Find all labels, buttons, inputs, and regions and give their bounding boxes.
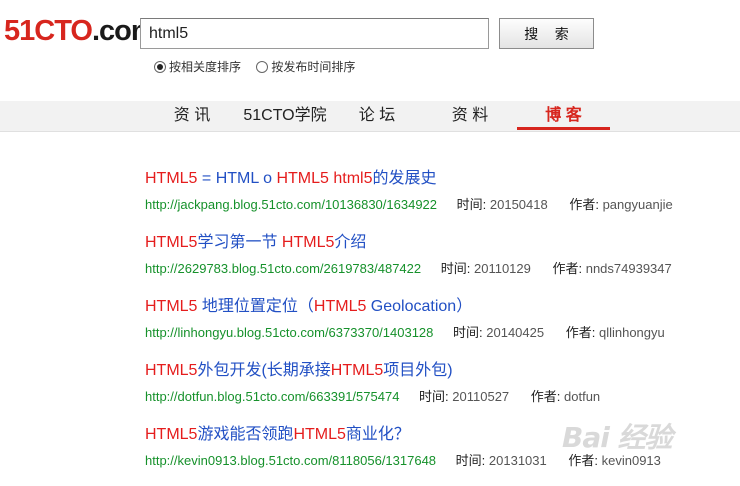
tab-resources[interactable]: 资 料 (450, 101, 490, 131)
title-highlight: html5 (333, 170, 373, 187)
result-time: 20150418 (489, 197, 548, 212)
sort-options: 按相关度排序 按发布时间排序 (154, 58, 367, 76)
title-highlight: HTML5 (145, 234, 198, 251)
result-url-link[interactable]: http://dotfun.blog.51cto.com/663391/5754… (145, 389, 399, 404)
time-label: 时间: (440, 261, 474, 276)
time-label: 时间: (453, 325, 487, 340)
title-text: = HTML o (197, 170, 277, 187)
title-text: 外包开发(长期承接 (197, 362, 331, 379)
title-highlight: HTML5 (330, 362, 384, 379)
author-label: 作者: (552, 261, 586, 276)
logo-number: 51CTO (4, 15, 93, 47)
title-highlight: HTML5 (145, 362, 198, 379)
result-time: 20131031 (488, 453, 547, 468)
result-item: HTML5学习第一节 HTML5介绍 http://2629783.blog.5… (145, 232, 672, 279)
author-label: 作者: (569, 197, 603, 212)
sort-time-radio[interactable]: 按发布时间排序 (256, 58, 355, 75)
active-tab-underline (517, 127, 610, 130)
result-meta: http://dotfun.blog.51cto.com/663391/5754… (145, 387, 600, 407)
result-title-link[interactable]: HTML5外包开发(长期承接HTML5项目外包) (145, 360, 600, 382)
result-meta: http://2629783.blog.51cto.com/2619783/48… (145, 259, 672, 279)
title-text: 介绍 (334, 234, 367, 251)
title-highlight: HTML5 (145, 170, 198, 187)
search-button[interactable]: 搜 索 (499, 18, 594, 49)
title-text: 学习第一节 (197, 234, 282, 251)
sort-time-label: 按发布时间排序 (271, 60, 356, 74)
author-label: 作者: (565, 325, 599, 340)
result-url-link[interactable]: http://kevin0913.blog.51cto.com/8118056/… (145, 453, 436, 468)
author-label: 作者: (530, 389, 565, 404)
title-highlight: HTML5 (145, 426, 198, 443)
title-text: 商业化？ (345, 426, 410, 443)
result-item: HTML5 地理位置定位（HTML5 Geolocation） http://l… (145, 296, 665, 343)
title-highlight: HTML5 (293, 426, 346, 443)
result-author: nnds74939347 (585, 261, 672, 276)
result-time: 20140425 (486, 325, 545, 340)
time-label: 时间: (456, 197, 490, 212)
result-item: HTML5外包开发(长期承接HTML5项目外包) http://dotfun.b… (145, 360, 600, 407)
result-author: pangyuanjie (602, 197, 673, 212)
sort-relevance-label: 按相关度排序 (169, 60, 242, 74)
result-item: HTML5 = HTML o HTML5 html5的发展史 http://ja… (145, 168, 673, 215)
time-label: 时间: (419, 389, 453, 404)
radio-unchecked-icon (256, 60, 269, 73)
title-text: 的发展史 (372, 170, 437, 187)
time-label: 时间: (455, 453, 489, 468)
category-nav: 资 讯 51CTO学院 论 坛 资 料 博 客 (0, 101, 740, 132)
result-url-link[interactable]: http://linhongyu.blog.51cto.com/6373370/… (145, 325, 433, 340)
tab-academy[interactable]: 51CTO学院 (240, 101, 330, 131)
title-highlight: HTML5 (276, 170, 329, 187)
result-url-link[interactable]: http://2629783.blog.51cto.com/2619783/48… (145, 261, 421, 276)
title-text: 游戏能否领跑 (197, 426, 294, 443)
result-time: 20110129 (473, 261, 531, 276)
sort-relevance-radio[interactable]: 按相关度排序 (154, 58, 241, 75)
result-author: qllinhongyu (598, 325, 665, 340)
result-url-link[interactable]: http://jackpang.blog.51cto.com/10136830/… (145, 197, 437, 212)
title-text: 地理位置定位（ (197, 298, 314, 315)
result-meta: http://linhongyu.blog.51cto.com/6373370/… (145, 323, 665, 343)
search-input[interactable] (140, 18, 489, 49)
title-highlight: HTML5 (145, 298, 198, 315)
tab-news[interactable]: 资 讯 (172, 101, 212, 131)
title-highlight: HTML5 (281, 234, 335, 251)
tab-forum[interactable]: 论 坛 (357, 101, 397, 131)
radio-checked-icon (154, 60, 166, 73)
result-time: 20110527 (452, 389, 510, 404)
baidu-jingyan-watermark: Bai 经验 (562, 421, 673, 454)
title-highlight: HTML5 (313, 298, 367, 315)
title-text: Geolocation） (366, 298, 473, 315)
result-meta: http://jackpang.blog.51cto.com/10136830/… (145, 195, 673, 215)
result-title-link[interactable]: HTML5学习第一节 HTML5介绍 (145, 232, 672, 254)
result-author: dotfun (564, 389, 601, 404)
result-title-link[interactable]: HTML5 地理位置定位（HTML5 Geolocation） (145, 296, 665, 318)
site-logo[interactable]: 51CTO.com (4, 14, 157, 48)
title-text: 项目外包) (383, 362, 453, 379)
result-title-link[interactable]: HTML5 = HTML o HTML5 html5的发展史 (145, 168, 673, 190)
